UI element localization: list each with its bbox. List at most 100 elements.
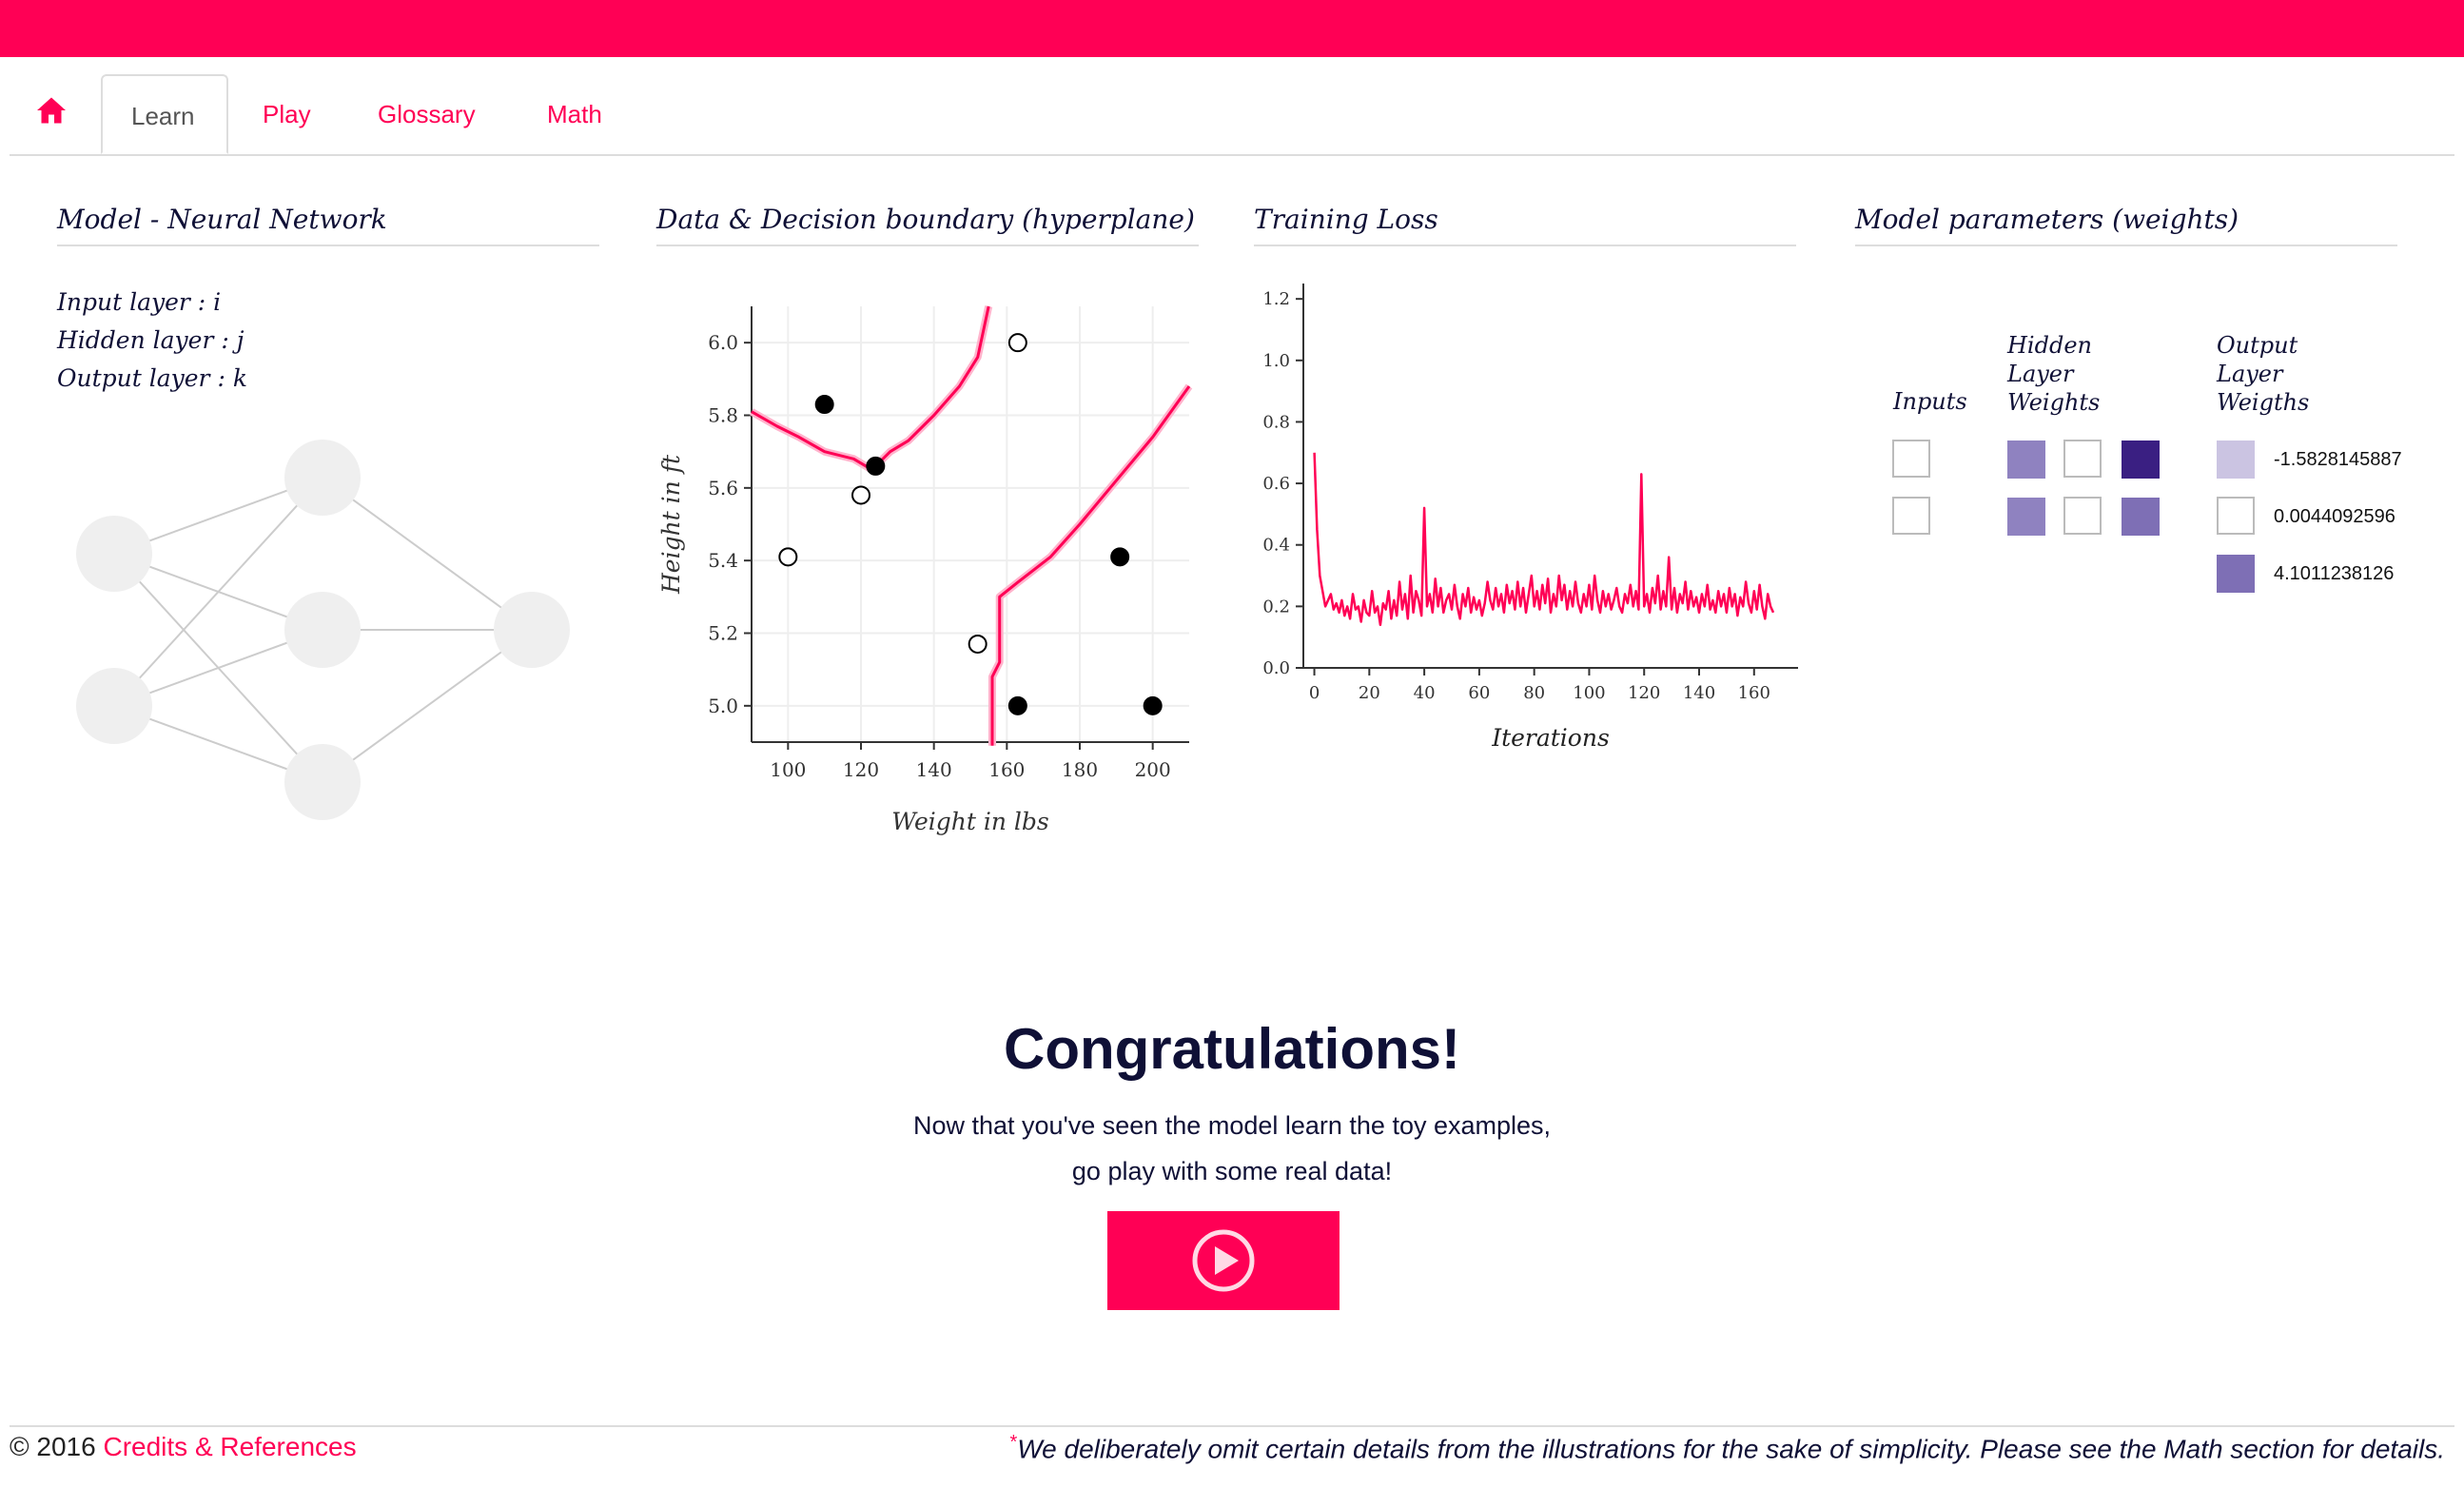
- output-label-line2: Layer: [2217, 361, 2283, 387]
- hidden-label-line3: Weights: [2007, 389, 2101, 416]
- hidden-label-line2: Layer: [2007, 361, 2074, 387]
- data-point-filled: [1143, 695, 1163, 715]
- x-tick-label: 200: [1135, 758, 1171, 781]
- y-tick-label: 6.0: [708, 331, 738, 354]
- output-weight-value-2: 0.0044092596: [2274, 506, 2396, 527]
- data-panel-title: Data & Decision boundary (hyperplane): [656, 204, 1199, 246]
- x-tick-label: 20: [1359, 683, 1380, 703]
- y-tick-label: 5.8: [708, 404, 738, 427]
- data-point-hollow: [851, 485, 870, 505]
- home-icon: [37, 97, 66, 124]
- output-weight-value-3: 4.1011238126: [2274, 563, 2395, 584]
- output-weight-value-1: -1.5828145887: [2274, 449, 2402, 470]
- x-axis-label: Iterations: [1491, 724, 1610, 752]
- y-tick-label: 0.2: [1262, 597, 1290, 617]
- decision-boundary-halo: [988, 383, 1193, 746]
- hidden-weights-column-label: Hidden Layer Weights: [2007, 331, 2100, 417]
- x-axis-label: Weight in lbs: [891, 808, 1048, 835]
- y-tick-label: 5.6: [708, 477, 738, 499]
- decision-boundary-chart: 100 120 140 160 180 200 5.0 5.2 5.4 5.6 5.8 6.0 Weig…: [657, 305, 1193, 835]
- x-tick-label: 120: [843, 758, 879, 781]
- model-panel-title: Model - Neural Network: [57, 204, 599, 246]
- x-tick-label: 140: [1683, 683, 1715, 703]
- tab-math[interactable]: Math: [547, 74, 602, 154]
- hidden-weight-cell: [2007, 441, 2045, 479]
- loss-panel-title: Training Loss: [1254, 204, 1796, 246]
- x-tick-label: 80: [1523, 683, 1545, 703]
- copyright-text: © 2016: [10, 1432, 96, 1461]
- inputs-column-label: Inputs: [1893, 388, 1967, 415]
- y-tick-label: 5.2: [708, 622, 738, 645]
- data-point-hollow: [778, 547, 798, 567]
- output-weight-cell-3: [2217, 555, 2255, 593]
- decision-boundary: [990, 385, 1191, 746]
- y-tick-label: 1.2: [1262, 289, 1290, 309]
- x-tick-label: 180: [1062, 758, 1098, 781]
- hidden-weight-cell: [2122, 441, 2160, 479]
- y-tick-label: 5.4: [708, 549, 738, 572]
- data-point-hollow: [1007, 333, 1027, 353]
- footer-disclaimer: *We deliberately omit certain details fr…: [1009, 1432, 2445, 1464]
- credits-link[interactable]: Credits & References: [103, 1432, 356, 1461]
- play-circle-icon: [1192, 1229, 1255, 1292]
- x-tick-label: 160: [988, 758, 1025, 781]
- tab-navigation: Learn Play Glossary Math: [10, 57, 2454, 156]
- y-tick-label: 0.4: [1262, 536, 1290, 556]
- congrats-title: Congratulations!: [1004, 1017, 1460, 1081]
- input-layer-label: Input layer : i: [57, 288, 222, 316]
- output-label-line1: Output: [2217, 332, 2298, 359]
- hidden-node-2: [284, 592, 361, 668]
- hidden-node-1: [284, 440, 361, 516]
- output-weight-grid: [2217, 441, 2255, 593]
- tab-play[interactable]: Play: [263, 74, 311, 154]
- output-weight-cell-2: [2217, 497, 2255, 535]
- x-tick-label: 100: [770, 758, 806, 781]
- y-tick-label: 5.0: [708, 695, 738, 717]
- y-tick-label: 0.0: [1262, 658, 1290, 678]
- hidden-label-line1: Hidden: [2007, 332, 2092, 359]
- hidden-layer-label: Hidden layer : j: [57, 326, 244, 354]
- hidden-weight-cell: [2063, 440, 2102, 478]
- input-hidden-weight-grid: [1892, 440, 2160, 536]
- footer-copyright: © 2016 Credits & References: [10, 1432, 357, 1462]
- y-axis-label: Height in ft: [657, 454, 685, 595]
- x-tick-label: 120: [1628, 683, 1660, 703]
- hidden-weight-cell: [2063, 497, 2102, 535]
- output-weights-column-label: Output Layer Weigths: [2217, 331, 2309, 417]
- data-point-hollow: [968, 634, 988, 654]
- training-loss-chart: 0.0 0.2 0.4 0.6 0.8 1.0 1.2 0 20 40 60 80 100 120 140 1…: [1262, 284, 1798, 752]
- tab-glossary[interactable]: Glossary: [378, 74, 476, 154]
- x-tick-label: 60: [1468, 683, 1490, 703]
- output-weight-cell-1: [2217, 441, 2255, 479]
- x-tick-label: 140: [916, 758, 952, 781]
- x-tick-label: 0: [1309, 683, 1320, 703]
- home-button[interactable]: [34, 93, 68, 131]
- y-tick-label: 0.8: [1262, 412, 1290, 432]
- x-tick-label: 100: [1573, 683, 1605, 703]
- top-accent-bar: [0, 0, 2464, 57]
- congrats-line-2: go play with some real data!: [1071, 1157, 1393, 1185]
- input-cell-1: [1892, 440, 1930, 478]
- data-point-filled: [866, 456, 886, 476]
- data-point-filled: [1110, 547, 1130, 567]
- y-tick-label: 0.6: [1262, 474, 1290, 494]
- input-cell-2: [1892, 497, 1930, 535]
- play-button[interactable]: [1107, 1211, 1340, 1310]
- x-tick-label: 40: [1414, 683, 1436, 703]
- congrats-line-1: Now that you've seen the model learn the…: [912, 1111, 1552, 1140]
- y-tick-label: 1.0: [1262, 351, 1290, 371]
- input-node-1: [76, 516, 152, 592]
- input-node-2: [76, 668, 152, 744]
- loss-series-line: [1313, 452, 1775, 627]
- hidden-weight-cell: [2122, 498, 2160, 536]
- network-diagram: [76, 440, 570, 820]
- data-point-filled: [1007, 695, 1027, 715]
- weights-panel-title: Model parameters (weights): [1855, 204, 2397, 246]
- output-label-line3: Weigths: [2217, 389, 2310, 416]
- footer-divider: [10, 1425, 2454, 1427]
- data-point-filled: [814, 395, 834, 415]
- output-node: [494, 592, 570, 668]
- disclaimer-text: We deliberately omit certain details fro…: [1017, 1434, 2445, 1464]
- tab-learn[interactable]: Learn: [101, 74, 228, 154]
- hidden-weight-cell: [2007, 498, 2045, 536]
